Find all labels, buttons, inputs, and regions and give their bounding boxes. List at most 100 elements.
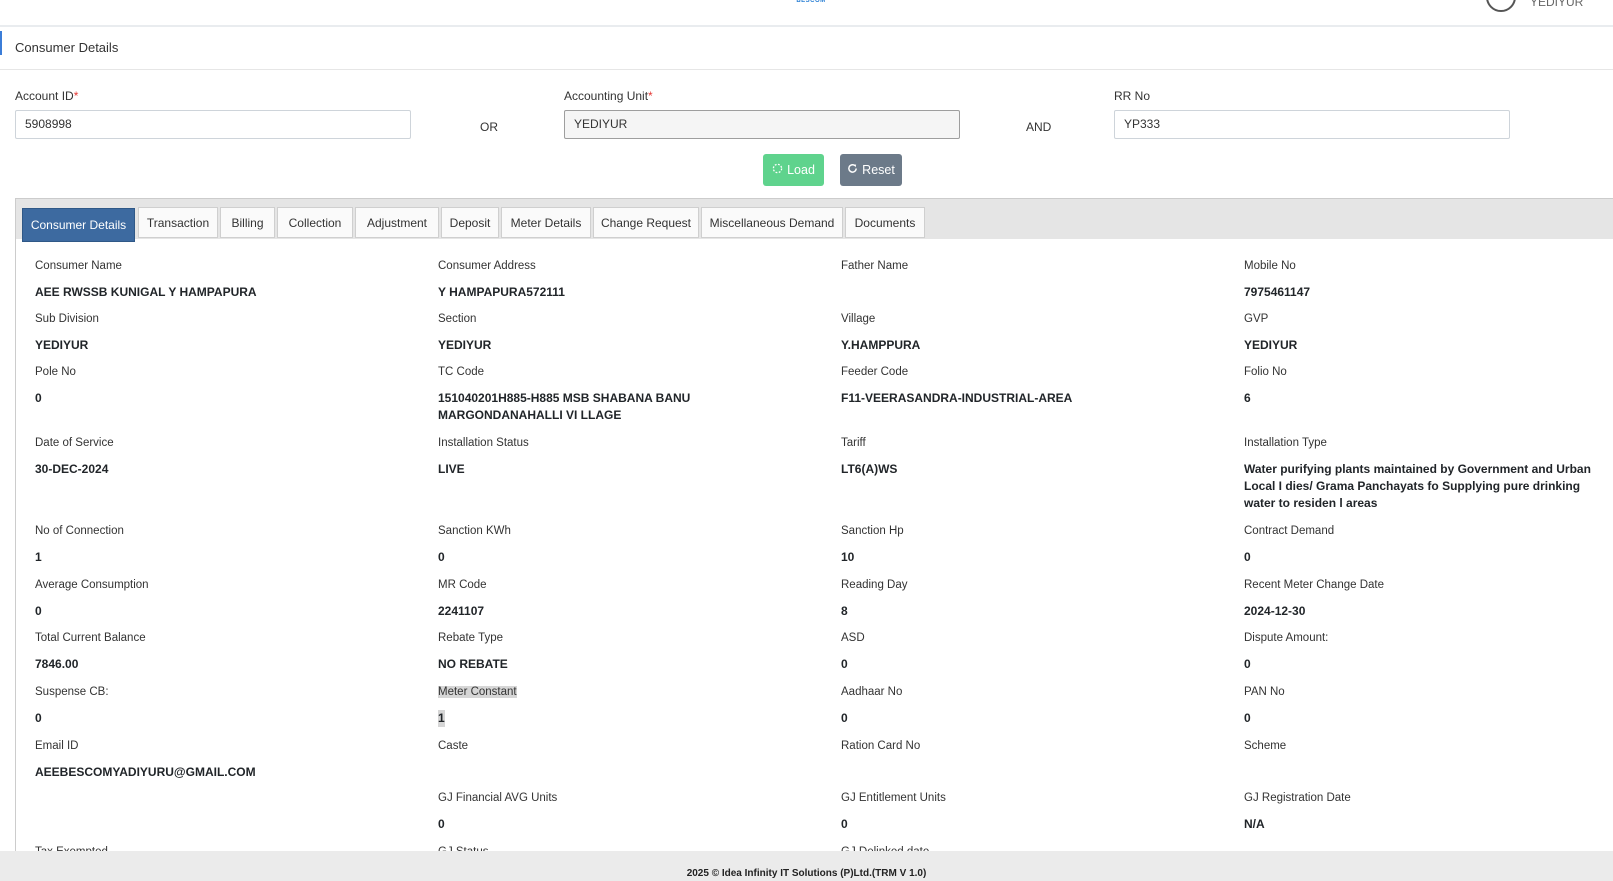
field-value-pole-no: 0 xyxy=(35,391,42,405)
field-label-feeder-code: Feeder Code xyxy=(841,366,909,378)
tab-adjustment[interactable]: Adjustment xyxy=(355,207,439,238)
tab-bar: Consumer Details Transaction Billing Col… xyxy=(16,199,1613,242)
field-value-gj-financial-avg-units: 0 xyxy=(438,817,445,831)
footer: 2025 © Idea Infinity IT Solutions (P)Ltd… xyxy=(0,851,1613,881)
field-label-installation-status: Installation Status xyxy=(438,437,529,449)
field-label-ration-card-no: Ration Card No xyxy=(841,740,921,752)
field-label-consumer-name: Consumer Name xyxy=(35,260,122,272)
field-label-mr-code: MR Code xyxy=(438,579,487,591)
load-button[interactable]: Load xyxy=(763,154,824,186)
rr-no-input[interactable]: YP333 xyxy=(1114,110,1510,139)
field-value-section: YEDIYUR xyxy=(438,338,492,352)
field-label-sub-division: Sub Division xyxy=(35,313,99,325)
tab-transaction[interactable]: Transaction xyxy=(138,207,218,238)
bescom-logo: BESCOM xyxy=(796,0,826,4)
field-label-no-of-connection: No of Connection xyxy=(35,525,124,537)
field-label-pan-no: PAN No xyxy=(1244,686,1285,698)
field-label-father-name: Father Name xyxy=(841,260,909,272)
footer-copyright: 2025 © Idea Infinity IT Solutions (P)Ltd… xyxy=(686,868,927,879)
field-value-gj-registration-date: N/A xyxy=(1244,817,1265,831)
tab-consumer-details[interactable]: Consumer Details xyxy=(22,208,135,242)
field-value-asd: 0 xyxy=(841,657,848,671)
field-value-mobile-no: 7975461147 xyxy=(1244,285,1311,299)
field-label-meter-constant: Meter Constant xyxy=(438,686,517,698)
field-label-consumer-address: Consumer Address xyxy=(438,260,536,272)
spinner-icon xyxy=(772,163,783,177)
field-value-average-consumption: 0 xyxy=(35,604,42,618)
field-value-date-of-service: 30-DEC-2024 xyxy=(35,462,109,476)
tab-documents[interactable]: Documents xyxy=(845,207,925,238)
field-label-asd: ASD xyxy=(841,632,865,644)
field-label-recent-meter-change-date: Recent Meter Change Date xyxy=(1244,579,1384,591)
top-bar: BESCOM YEDIYUR xyxy=(0,0,1613,27)
field-label-scheme: Scheme xyxy=(1244,740,1287,752)
field-value-dispute-amount: 0 xyxy=(1244,657,1251,671)
field-label-tc-code: TC Code xyxy=(438,366,485,378)
load-button-label: Load xyxy=(787,163,815,177)
account-id-input[interactable]: 5908998 xyxy=(15,110,411,139)
field-value-sub-division: YEDIYUR xyxy=(35,338,89,352)
field-label-gj-registration-date: GJ Registration Date xyxy=(1244,792,1351,804)
tab-deposit[interactable]: Deposit xyxy=(441,207,499,238)
field-value-installation-type: Water purifying plants maintained by Gov… xyxy=(1244,462,1591,510)
field-value-meter-constant: 1 xyxy=(438,710,445,727)
field-label-tariff: Tariff xyxy=(841,437,866,449)
tab-billing[interactable]: Billing xyxy=(220,207,275,238)
field-label-section: Section xyxy=(438,313,477,325)
field-value-folio-no: 6 xyxy=(1244,391,1251,405)
username[interactable]: YEDIYUR xyxy=(1530,0,1583,9)
field-value-village: Y.HAMPPURA xyxy=(841,338,921,352)
field-label-date-of-service: Date of Service xyxy=(35,437,114,449)
field-value-mr-code: 2241107 xyxy=(438,604,485,618)
field-value-consumer-address: Y HAMPAPURA572111 xyxy=(438,285,565,299)
reset-button-label: Reset xyxy=(862,163,895,177)
field-label-sanction-hp: Sanction Hp xyxy=(841,525,904,537)
or-separator: OR xyxy=(480,120,498,134)
notification-icon[interactable] xyxy=(1428,0,1446,8)
tab-miscellaneous-demand[interactable]: Miscellaneous Demand xyxy=(701,207,843,238)
field-value-feeder-code: F11-VEERASANDRA-INDUSTRIAL-AREA xyxy=(841,391,1073,405)
field-value-reading-day: 8 xyxy=(841,604,848,618)
field-value-suspense-cb: 0 xyxy=(35,711,42,725)
field-value-tc-code: 151040201H885-H885 MSB SHABANA BANU MARG… xyxy=(438,391,691,422)
field-label-gvp: GVP xyxy=(1244,313,1269,325)
field-label-suspense-cb: Suspense CB: xyxy=(35,686,109,698)
field-label-pole-no: Pole No xyxy=(35,366,76,378)
user-avatar-icon[interactable] xyxy=(1486,0,1516,12)
field-label-installation-type: Installation Type xyxy=(1244,437,1327,449)
field-value-pan-no: 0 xyxy=(1244,711,1251,725)
field-label-caste: Caste xyxy=(438,740,469,752)
field-label-folio-no: Folio No xyxy=(1244,366,1287,378)
field-label-reading-day: Reading Day xyxy=(841,579,908,591)
field-label-village: Village xyxy=(841,313,876,325)
field-label-average-consumption: Average Consumption xyxy=(35,579,149,591)
field-label-total-current-balance: Total Current Balance xyxy=(35,632,146,644)
and-separator: AND xyxy=(1026,120,1052,134)
tab-meter-details[interactable]: Meter Details xyxy=(501,207,591,238)
tab-change-request[interactable]: Change Request xyxy=(593,207,699,238)
page-header: Consumer Details xyxy=(0,27,1613,70)
rr-no-label: RR No xyxy=(1114,89,1151,103)
field-value-sanction-hp: 10 xyxy=(841,550,855,564)
field-value-rebate-type: NO REBATE xyxy=(438,657,508,671)
field-value-email-id: AEEBESCOMYADIYURU@GMAIL.COM xyxy=(35,765,256,779)
accounting-unit-label: Accounting Unit* xyxy=(564,89,653,103)
field-label-contract-demand: Contract Demand xyxy=(1244,525,1335,537)
field-label-gj-financial-avg-units: GJ Financial AVG Units xyxy=(438,792,558,804)
account-id-label: Account ID* xyxy=(15,89,79,103)
field-label-mobile-no: Mobile No xyxy=(1244,260,1296,272)
field-value-no-of-connection: 1 xyxy=(35,550,42,564)
accounting-unit-input[interactable]: YEDIYUR xyxy=(564,110,960,139)
field-label-rebate-type: Rebate Type xyxy=(438,632,504,644)
field-value-aadhaar-no: 0 xyxy=(841,711,848,725)
field-value-gj-entitlement-units: 0 xyxy=(841,817,848,831)
field-value-contract-demand: 0 xyxy=(1244,550,1251,564)
field-label-sanction-kwh: Sanction KWh xyxy=(438,525,511,537)
field-value-total-current-balance: 7846.00 xyxy=(35,657,79,671)
field-label-aadhaar-no: Aadhaar No xyxy=(841,686,903,698)
field-label-gj-entitlement-units: GJ Entitlement Units xyxy=(841,792,946,804)
reset-button[interactable]: Reset xyxy=(840,154,902,186)
tab-collection[interactable]: Collection xyxy=(277,207,353,238)
header-accent xyxy=(0,31,2,55)
field-value-gvp: YEDIYUR xyxy=(1244,338,1298,352)
